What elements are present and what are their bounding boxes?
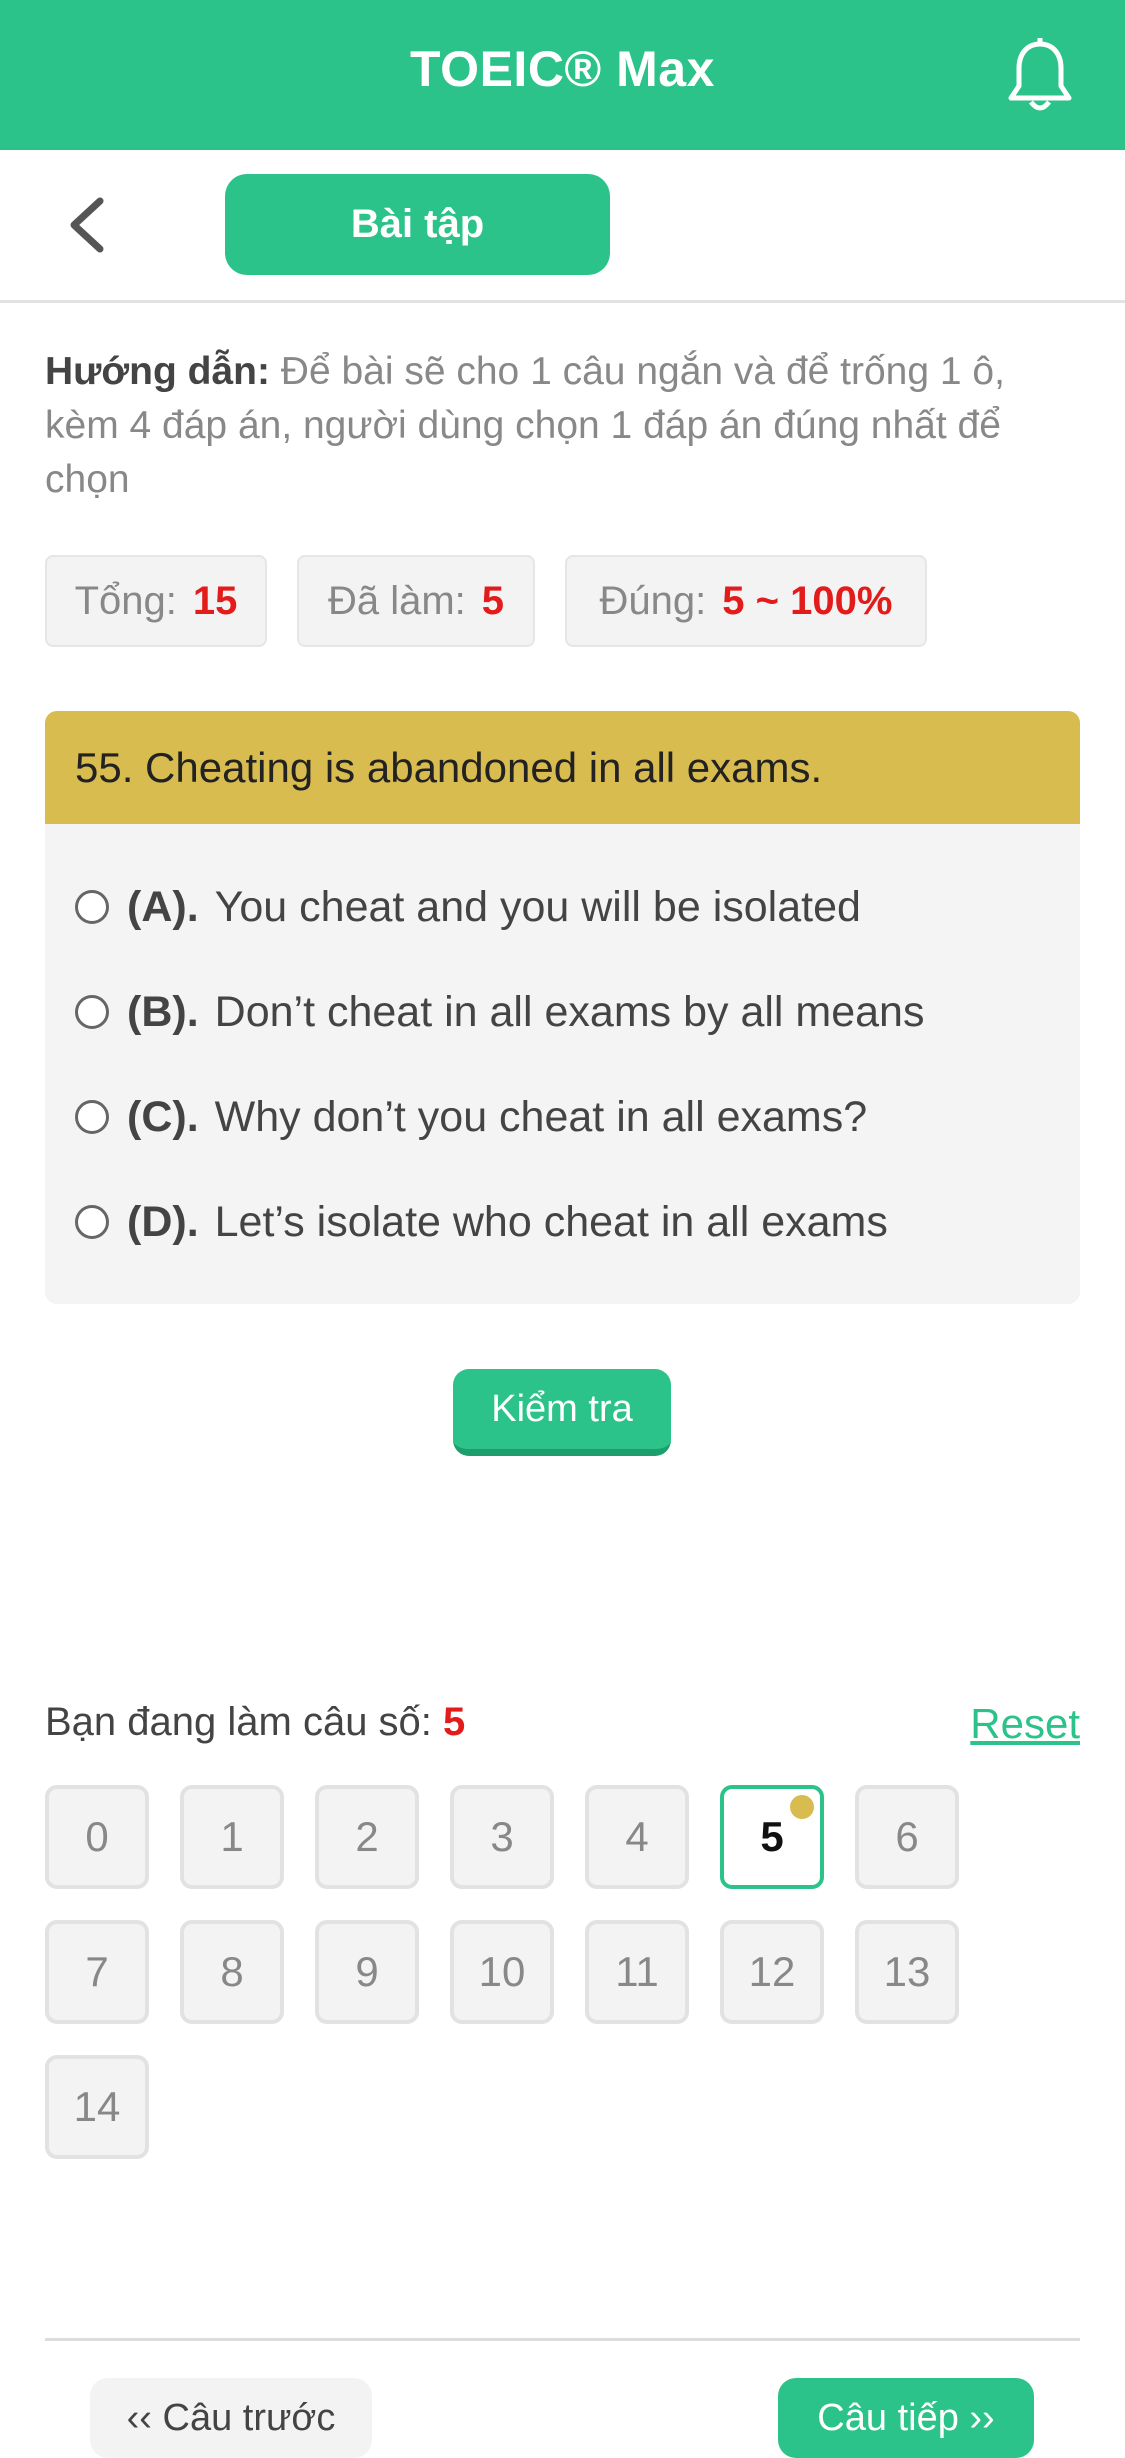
stat-total: Tổng: 15 — [45, 555, 267, 647]
question-number-10[interactable]: 10 — [450, 1920, 554, 2024]
question-number-label: 1 — [220, 1813, 244, 1860]
question-number-label: 11 — [615, 1948, 659, 1995]
footer-divider — [45, 2338, 1080, 2341]
question-number-label: 7 — [85, 1948, 109, 1995]
app-header: TOEIC® Max — [0, 0, 1125, 150]
option-d[interactable]: (D). Let’s isolate who cheat in all exam… — [75, 1182, 888, 1262]
check-button[interactable]: Kiểm tra — [453, 1369, 671, 1456]
stat-total-label: Tổng: — [74, 578, 177, 623]
question-number-4[interactable]: 4 — [585, 1785, 689, 1889]
progress-label: Bạn đang làm câu số: 5 — [45, 1700, 465, 1745]
question-number-2[interactable]: 2 — [315, 1785, 419, 1889]
question-number-1[interactable]: 1 — [180, 1785, 284, 1889]
radio-button[interactable] — [75, 1205, 109, 1239]
chevron-left-icon[interactable] — [60, 195, 120, 255]
app-title: TOEIC® Max — [410, 41, 715, 97]
question-number-label: 4 — [625, 1813, 649, 1860]
next-question-button[interactable]: Câu tiếp ›› — [778, 2378, 1034, 2458]
stat-done: Đã làm: 5 — [297, 555, 535, 647]
question-number-label: 2 — [355, 1813, 379, 1860]
option-c[interactable]: (C). Why don’t you cheat in all exams? — [75, 1077, 867, 1157]
question-number-3[interactable]: 3 — [450, 1785, 554, 1889]
stat-done-value: 5 — [481, 578, 505, 623]
instructions-label: Hướng dẫn: — [45, 350, 270, 393]
option-text: You cheat and you will be isolated — [214, 882, 861, 931]
progress-label-text: Bạn đang làm câu số: — [45, 1700, 444, 1744]
question-text: 55. Cheating is abandoned in all exams. — [45, 711, 1080, 824]
question-number-label: 3 — [490, 1813, 514, 1860]
prev-question-button[interactable]: ‹‹ Câu trước — [90, 2378, 372, 2458]
question-number-6[interactable]: 6 — [855, 1785, 959, 1889]
option-key: (B). — [127, 987, 199, 1036]
question-number-label: 9 — [355, 1948, 379, 1995]
question-number-label: 5 — [760, 1813, 784, 1860]
reset-link[interactable]: Reset — [970, 1700, 1080, 1748]
stat-correct-label: Đúng: — [599, 578, 707, 623]
question-number-label: 8 — [220, 1948, 244, 1995]
question-number-8[interactable]: 8 — [180, 1920, 284, 2024]
question-number-label: 6 — [895, 1813, 919, 1860]
current-indicator-dot — [790, 1795, 814, 1819]
question-number-9[interactable]: 9 — [315, 1920, 419, 2024]
question-number-label: 14 — [73, 2083, 121, 2130]
question-number-5[interactable]: 5 — [720, 1785, 824, 1889]
question-card: 55. Cheating is abandoned in all exams. … — [45, 711, 1080, 1304]
question-number-0[interactable]: 0 — [45, 1785, 149, 1889]
instructions: Hướng dẫn: Để bài sẽ cho 1 câu ngắn và đ… — [45, 345, 1080, 507]
question-number-7[interactable]: 7 — [45, 1920, 149, 2024]
question-number-11[interactable]: 11 — [585, 1920, 689, 2024]
option-a[interactable]: (A). You cheat and you will be isolated — [75, 867, 861, 947]
stat-correct: Đúng: 5 ~ 100% — [565, 555, 927, 647]
progress-current: 5 — [443, 1700, 466, 1744]
radio-button[interactable] — [75, 890, 109, 924]
sub-header: Bài tập — [0, 150, 1125, 303]
option-key: (C). — [127, 1092, 199, 1141]
radio-button[interactable] — [75, 1100, 109, 1134]
question-number-label: 10 — [478, 1948, 526, 1995]
question-number-14[interactable]: 14 — [45, 2055, 149, 2159]
question-number-label: 12 — [748, 1948, 796, 1995]
option-text: Don’t cheat in all exams by all means — [214, 987, 925, 1036]
stat-correct-value: 5 ~ 100% — [722, 578, 893, 623]
bell-icon[interactable] — [1005, 38, 1075, 114]
question-number-12[interactable]: 12 — [720, 1920, 824, 2024]
option-text: Let’s isolate who cheat in all exams — [214, 1197, 888, 1246]
option-key: (A). — [127, 882, 199, 931]
question-number-label: 0 — [85, 1813, 109, 1860]
stat-done-label: Đã làm: — [327, 578, 466, 623]
option-key: (D). — [127, 1197, 199, 1246]
radio-button[interactable] — [75, 995, 109, 1029]
option-text: Why don’t you cheat in all exams? — [214, 1092, 868, 1141]
option-b[interactable]: (B). Don’t cheat in all exams by all mea… — [75, 972, 924, 1052]
tab-exercise[interactable]: Bài tập — [225, 174, 610, 275]
question-number-label: 13 — [883, 1948, 931, 1995]
stat-total-value: 15 — [192, 578, 238, 623]
question-number-13[interactable]: 13 — [855, 1920, 959, 2024]
